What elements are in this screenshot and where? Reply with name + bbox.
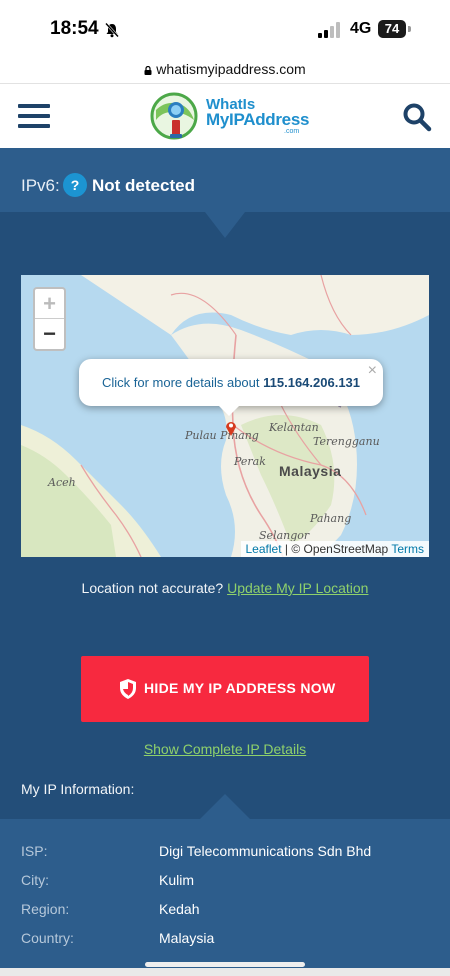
map-label-malaysia: Malaysia xyxy=(279,463,342,479)
ip-info-panel: ISP: Digi Telecommunications Sdn Bhd Cit… xyxy=(0,819,450,968)
show-ip-details-link[interactable]: Show Complete IP Details xyxy=(0,741,450,757)
address-bar[interactable]: whatismyipaddress.com xyxy=(0,58,450,84)
map-popup[interactable]: Click for more details about 115.164.206… xyxy=(79,359,383,406)
browser-bottom-bar xyxy=(0,968,450,976)
hide-ip-button[interactable]: HIDE MY IP ADDRESS NOW xyxy=(81,656,369,722)
map-label-pahang: Pahang xyxy=(310,512,352,525)
site-header: WhatIs MyIPAddress .com xyxy=(0,84,450,148)
city-value: Kulim xyxy=(159,872,195,888)
network-type: 4G xyxy=(350,20,372,37)
battery-icon: 74 xyxy=(378,20,406,38)
status-bar: 18:54 4G 74 xyxy=(0,0,450,58)
update-location-link[interactable]: Update My IP Location xyxy=(227,580,368,596)
map-label-kelantan: Kelantan xyxy=(269,421,319,434)
popup-tip xyxy=(219,406,239,416)
hamburger-menu-icon[interactable] xyxy=(18,104,50,128)
popup-ip-address[interactable]: 115.164.206.131 xyxy=(263,375,360,390)
search-icon[interactable] xyxy=(402,102,432,132)
ip-info-row: ISP: Digi Telecommunications Sdn Bhd xyxy=(0,843,450,867)
ipv6-help-icon[interactable]: ? xyxy=(63,173,87,197)
logo-text-com: .com xyxy=(284,128,300,135)
map-attribution: Leaflet | © OpenStreetMap Terms xyxy=(240,541,429,557)
site-logo[interactable]: WhatIs MyIPAddress .com xyxy=(150,90,309,142)
terms-link[interactable]: Terms xyxy=(391,542,424,556)
location-marker-icon[interactable] xyxy=(225,420,237,436)
hide-ip-label: HIDE MY IP ADDRESS NOW xyxy=(144,680,336,696)
url-text: whatismyipaddress.com xyxy=(156,61,306,77)
location-map[interactable]: Pulau Pinang Kelantan Terengganu Perak A… xyxy=(21,275,429,557)
location-question: Location not accurate? xyxy=(81,580,224,596)
zoom-out-button[interactable]: − xyxy=(35,319,64,349)
location-accuracy-line: Location not accurate? Update My IP Loca… xyxy=(0,580,450,596)
map-label-aceh: Aceh xyxy=(48,476,76,489)
status-time: 18:54 xyxy=(50,18,99,39)
city-key: City: xyxy=(21,872,49,888)
ipv6-value: Not detected xyxy=(92,176,195,195)
ip-info-heading: My IP Information: xyxy=(21,781,135,797)
ipv6-bar: IPv6: ? Not detected xyxy=(0,148,450,212)
ip-info-row: City: Kulim xyxy=(0,872,450,896)
country-key: Country: xyxy=(21,930,74,946)
bell-muted-icon xyxy=(105,22,119,38)
globe-logo-icon xyxy=(150,92,198,140)
ip-info-row: Country: Malaysia xyxy=(0,930,450,954)
shield-icon xyxy=(120,679,136,699)
map-label-terengganu: Terengganu xyxy=(313,435,380,448)
popup-close-button[interactable]: × xyxy=(368,362,377,380)
map-label-pulau-pinang: Pulau Pinang xyxy=(185,429,259,442)
ip-info-row: Region: Kedah xyxy=(0,901,450,925)
home-indicator[interactable] xyxy=(145,962,305,967)
main-content: IPv6: ? Not detected Pulau Pinang Kelant… xyxy=(0,148,450,968)
map-label-perak: Perak xyxy=(234,455,266,468)
map-tiles xyxy=(21,275,429,557)
isp-key: ISP: xyxy=(21,843,48,859)
ip-info-notch xyxy=(200,794,250,819)
signal-icon xyxy=(318,22,340,38)
battery-tip xyxy=(408,26,411,32)
region-value: Kedah xyxy=(159,901,200,917)
leaflet-link[interactable]: Leaflet xyxy=(246,542,282,556)
zoom-control: + − xyxy=(33,287,66,351)
lock-icon xyxy=(144,66,152,75)
isp-value: Digi Telecommunications Sdn Bhd xyxy=(159,843,372,859)
zoom-in-button[interactable]: + xyxy=(35,289,64,319)
logo-text-myipaddress: MyIPAddress xyxy=(206,110,310,129)
region-key: Region: xyxy=(21,901,70,917)
map-popup-text[interactable]: Click for more details about 115.164.206… xyxy=(79,375,383,390)
ipv6-label: IPv6: xyxy=(21,176,60,195)
country-value: Malaysia xyxy=(159,930,215,946)
ipv6-notch xyxy=(205,212,245,238)
